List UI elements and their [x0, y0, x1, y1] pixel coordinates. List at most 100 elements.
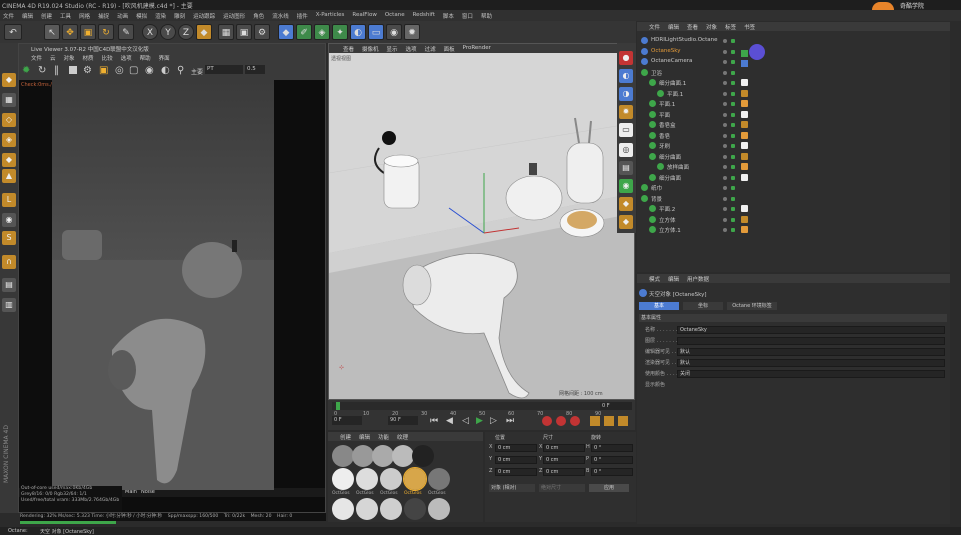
goto-end-icon[interactable]: ⏭ [506, 416, 516, 426]
enabled-check-icon[interactable] [731, 81, 735, 85]
material-thumb[interactable] [428, 498, 450, 520]
menu-item[interactable]: 窗口 [459, 10, 478, 21]
material-thumb[interactable] [332, 498, 354, 520]
visibility-dot-icon[interactable] [723, 165, 727, 169]
material-tag-icon[interactable] [741, 100, 748, 107]
material-tag-icon[interactable] [741, 205, 748, 212]
menu-item[interactable]: 编辑 [19, 10, 38, 21]
menu-item[interactable]: 插件 [294, 10, 313, 21]
menu-item[interactable]: 雕刻 [171, 10, 190, 21]
panel-menu-item[interactable]: 选项 [121, 53, 132, 62]
menu-item[interactable]: 捕捉 [95, 10, 114, 21]
visibility-dot-icon[interactable] [723, 91, 727, 96]
menu-item[interactable]: 运动跟踪 [190, 10, 220, 21]
tab-basic[interactable]: 基本 [639, 302, 679, 310]
visibility-dot-icon[interactable] [723, 144, 727, 148]
object-row[interactable]: 纸巾 [637, 183, 950, 193]
enabled-check-icon[interactable] [731, 123, 735, 127]
end-frame-field[interactable]: 90 F [388, 416, 418, 425]
focus-icon[interactable]: ◉ [145, 65, 156, 76]
panel-menu-item[interactable]: 书签 [744, 22, 755, 31]
visibility-dot-icon[interactable] [723, 228, 727, 232]
enabled-check-icon[interactable] [731, 207, 735, 211]
menu-item[interactable]: RealFlow [349, 10, 381, 21]
env-icon[interactable]: ◉ [619, 179, 633, 193]
panel-menu-item[interactable]: 标签 [725, 22, 736, 31]
panel-menu-item[interactable]: 文件 [31, 53, 42, 62]
enabled-check-icon[interactable] [731, 133, 735, 138]
key-help-icon[interactable] [570, 416, 580, 426]
material-tag-icon[interactable] [741, 110, 748, 118]
sun-icon[interactable]: ✹ [619, 105, 633, 119]
object-row[interactable]: 牙刷 [637, 141, 950, 151]
menu-item[interactable]: Octane [382, 10, 410, 21]
axis-mode-icon[interactable]: L [2, 193, 16, 207]
panel-menu-item[interactable]: 面板 [444, 44, 455, 53]
texture-icon[interactable]: ▤ [619, 161, 633, 175]
enabled-check-icon[interactable] [731, 39, 735, 43]
enabled-check-icon[interactable] [731, 175, 735, 180]
material-thumb[interactable] [404, 498, 426, 520]
rotation-field[interactable]: 0 ° [591, 456, 633, 464]
object-row[interactable]: 平面.2 [637, 204, 950, 214]
menu-item[interactable]: 动画 [114, 10, 133, 21]
visibility-dot-icon[interactable] [723, 154, 727, 159]
panel-menu-item[interactable]: 比较 [102, 53, 113, 62]
visibility-dot-icon[interactable] [723, 175, 727, 180]
panel-menu-item[interactable]: 对象 [706, 22, 717, 31]
object-row[interactable]: 细分曲面 [637, 152, 950, 162]
visibility-dot-icon[interactable] [723, 60, 727, 64]
x-axis-button[interactable]: X [142, 24, 158, 40]
attr-field[interactable]: 默认 [677, 359, 945, 367]
material-thumb-selected[interactable] [403, 467, 427, 491]
object-row[interactable]: 立方体 [637, 215, 950, 225]
points-mode-icon[interactable]: ◇ [2, 113, 16, 127]
visibility-dot-icon[interactable] [723, 49, 727, 54]
material-thumb[interactable] [356, 468, 378, 490]
menu-item[interactable]: 帮助 [478, 10, 497, 21]
attr-field[interactable]: OctaneSky [677, 326, 945, 334]
material-thumb[interactable] [380, 498, 402, 520]
visibility-dot-icon[interactable] [723, 133, 727, 138]
object-row[interactable]: HDRILightStudio.Octane [637, 36, 950, 46]
enabled-check-icon[interactable] [731, 91, 735, 96]
rotate-tool-button[interactable]: ↻ [98, 24, 114, 40]
material-thumb[interactable] [392, 445, 414, 467]
visibility-dot-icon[interactable] [723, 123, 727, 127]
material-2-icon[interactable]: ◆ [619, 215, 633, 229]
live-select-button[interactable]: ✎ [118, 24, 134, 40]
attr-field[interactable]: 关闭 [677, 370, 945, 378]
material-thumb[interactable] [352, 445, 374, 467]
panel-menu-item[interactable]: 显示 [387, 44, 398, 53]
material-thumb[interactable] [380, 468, 402, 490]
area-light-icon[interactable]: ▭ [619, 123, 633, 137]
menu-item[interactable]: Redshift [410, 10, 440, 21]
refresh-icon[interactable]: ↻ [38, 65, 49, 76]
panel-menu-item[interactable]: ProRender [463, 44, 491, 53]
size-field[interactable]: 0 cm [543, 444, 585, 452]
perspective-viewport[interactable]: 查看 摄像机 显示 选项 过滤 面板 ProRender 透视视图 网格间距 : 100 c… [328, 43, 635, 400]
tab-octane-env[interactable]: Octane 环境标签 [727, 302, 777, 310]
gear-icon[interactable]: ⚙ [83, 65, 94, 76]
object-row[interactable]: 香皂盒 [637, 120, 950, 130]
menu-item[interactable]: X-Particles [313, 10, 350, 21]
object-row[interactable]: 香皂 [637, 131, 950, 141]
make-editable-icon[interactable]: ◆ [2, 73, 16, 87]
panel-menu-item[interactable]: 查看 [343, 44, 354, 53]
enabled-check-icon[interactable] [731, 144, 735, 148]
coord-mode-select[interactable]: 对象 (相对) [489, 484, 535, 492]
play-icon[interactable]: ▶ [476, 416, 486, 426]
material-tag-icon[interactable] [741, 79, 748, 86]
coordinate-system-button[interactable]: ◆ [196, 24, 212, 40]
enabled-check-icon[interactable] [731, 102, 735, 106]
visibility-dot-icon[interactable] [723, 217, 727, 222]
texture-mode-icon[interactable]: ◉ [2, 213, 16, 227]
pin-icon[interactable]: ⚲ [177, 65, 188, 76]
material-tag-icon[interactable] [741, 89, 748, 97]
size-field[interactable]: 0 cm [543, 468, 585, 476]
attr-field[interactable] [677, 337, 945, 345]
render-mode-select[interactable]: PT [205, 65, 243, 74]
hdri-icon[interactable]: ◎ [619, 143, 633, 157]
menu-item[interactable]: 网格 [76, 10, 95, 21]
timeline-ruler[interactable] [332, 402, 602, 410]
